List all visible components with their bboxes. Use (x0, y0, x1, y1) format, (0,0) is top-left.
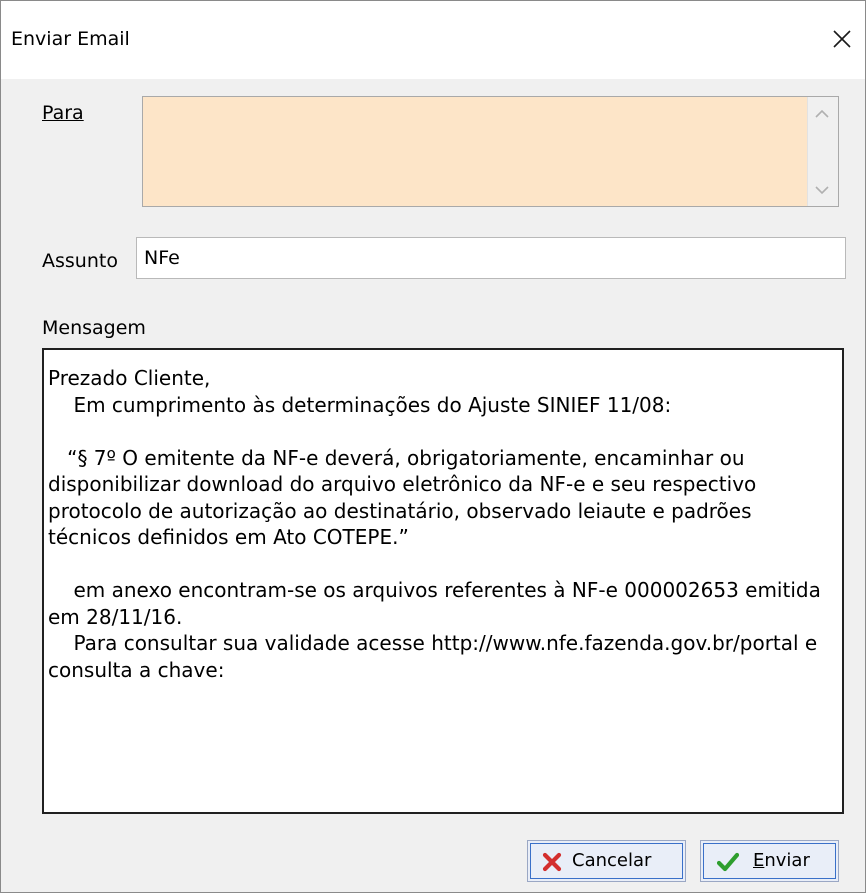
para-label: Para (42, 102, 84, 124)
scroll-up-icon[interactable] (815, 109, 829, 119)
para-scrollbar[interactable] (807, 97, 838, 206)
assunto-label: Assunto (42, 250, 118, 272)
assunto-input[interactable] (136, 237, 846, 279)
mensagem-label: Mensagem (42, 317, 146, 339)
dialog-title: Enviar Email (11, 28, 130, 50)
send-button[interactable]: Enviar (700, 840, 839, 882)
send-email-dialog: Enviar Email Para Assunto Mensagem Preza… (0, 0, 866, 893)
mensagem-textarea[interactable]: Prezado Cliente, Em cumprimento às deter… (42, 348, 844, 814)
para-field[interactable] (142, 96, 839, 207)
cancel-button-label: Cancelar (572, 850, 652, 871)
check-icon (717, 852, 739, 872)
close-icon (833, 30, 851, 48)
close-button[interactable] (819, 11, 865, 67)
x-icon (542, 852, 562, 872)
send-button-label: Enviar (753, 850, 810, 871)
title-bar: Enviar Email (1, 1, 865, 79)
cancel-button[interactable]: Cancelar (527, 840, 686, 882)
scroll-down-icon[interactable] (815, 185, 829, 195)
